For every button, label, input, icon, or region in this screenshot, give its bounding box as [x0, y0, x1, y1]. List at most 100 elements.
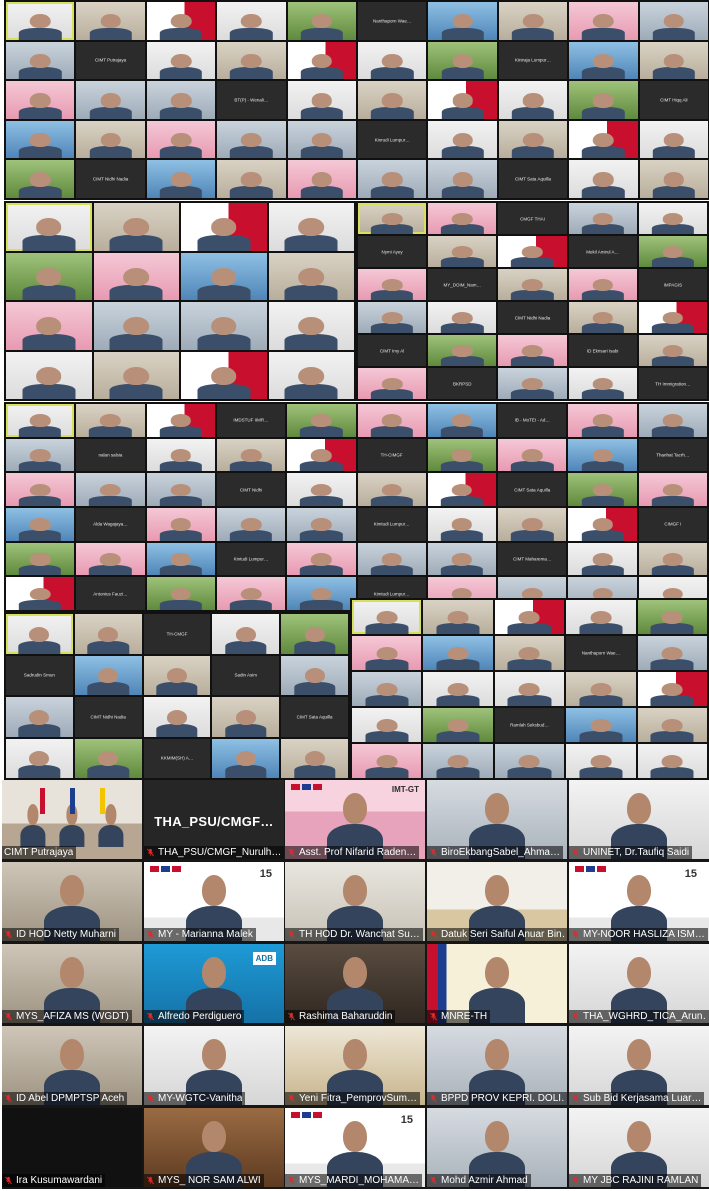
participant-thumbnail[interactable] [146, 404, 215, 437]
participant-thumbnail[interactable] [423, 672, 493, 706]
participant-thumbnail[interactable] [498, 81, 568, 119]
participant-thumbnail[interactable] [423, 744, 493, 778]
participant-thumbnail[interactable]: nalan salsia [76, 438, 145, 472]
participant-thumbnail[interactable] [6, 252, 92, 300]
participant-thumbnail[interactable] [76, 120, 145, 159]
participant-thumbnail[interactable] [74, 614, 142, 654]
participant-thumbnail[interactable] [358, 41, 427, 80]
participant-thumbnail[interactable] [287, 81, 356, 119]
participant-thumbnail[interactable] [352, 744, 422, 778]
participant-thumbnail[interactable]: Mekil Amirul A… [568, 236, 637, 267]
participant-thumbnail[interactable] [181, 252, 267, 300]
participant-video-tile[interactable]: Rashima Baharuddin [285, 944, 425, 1023]
participant-thumbnail[interactable]: Antonius Fauzi… [76, 577, 145, 610]
participant-thumbnail[interactable] [6, 120, 75, 159]
participant-thumbnail[interactable] [494, 600, 565, 634]
participant-thumbnail[interactable] [566, 672, 636, 706]
participant-thumbnail[interactable] [216, 577, 286, 610]
participant-thumbnail[interactable]: CMGF THAI [498, 203, 567, 234]
participant-thumbnail[interactable] [268, 302, 354, 350]
participant-thumbnail[interactable] [146, 473, 215, 506]
participant-thumbnail[interactable] [6, 203, 92, 251]
participant-thumbnail[interactable] [638, 404, 707, 437]
participant-thumbnail[interactable] [212, 614, 280, 654]
participant-video-tile[interactable]: Sub Bid Kerjasama Luar… [569, 1026, 709, 1105]
participant-thumbnail[interactable] [352, 636, 422, 670]
participant-video-tile[interactable]: BPPD PROV KEPRI. DOLI… [427, 1026, 567, 1105]
participant-video-tile[interactable]: Mohd Azmir Ahmad [427, 1108, 567, 1187]
participant-thumbnail[interactable] [358, 269, 427, 300]
participant-thumbnail[interactable] [181, 302, 267, 350]
participant-video-tile[interactable]: MYS_AFIZA MS (WGDT) [2, 944, 142, 1023]
participant-thumbnail[interactable] [76, 542, 145, 576]
participant-thumbnail[interactable] [287, 120, 356, 159]
participant-thumbnail[interactable] [268, 351, 354, 399]
participant-thumbnail[interactable] [6, 81, 75, 119]
participant-thumbnail[interactable] [217, 160, 286, 198]
participant-thumbnail[interactable] [568, 438, 637, 472]
participant-thumbnail[interactable] [358, 160, 427, 198]
participant-thumbnail[interactable] [568, 542, 637, 576]
participant-video-tile[interactable]: MNRE-TH [427, 944, 567, 1023]
participant-thumbnail[interactable] [287, 508, 356, 541]
participant-thumbnail[interactable] [146, 577, 215, 610]
participant-thumbnail[interactable] [212, 697, 280, 737]
participant-thumbnail[interactable] [358, 203, 427, 234]
participant-thumbnail[interactable] [76, 2, 145, 40]
participant-thumbnail[interactable] [146, 542, 215, 576]
participant-thumbnail[interactable] [568, 269, 637, 300]
participant-thumbnail[interactable] [6, 404, 75, 437]
participant-video-tile[interactable]: MY-WGTC-Vanitha [144, 1026, 284, 1105]
participant-video-tile[interactable]: 15 MY-NOOR HASLIZA ISM… [569, 862, 709, 941]
participant-thumbnail[interactable] [6, 697, 73, 737]
participant-video-tile[interactable]: ADB Alfredo Perdiguero [144, 944, 284, 1023]
participant-thumbnail[interactable] [357, 542, 426, 576]
participant-thumbnail[interactable] [74, 738, 142, 778]
participant-video-tile[interactable]: Yeni Fitra_PemprovSum… [285, 1026, 425, 1105]
participant-thumbnail[interactable] [287, 160, 356, 198]
participant-thumbnail[interactable] [566, 708, 636, 742]
participant-thumbnail[interactable]: CIMT Hiqq Ali [639, 81, 708, 119]
participant-thumbnail[interactable]: Thanhat Tacrh… [638, 438, 707, 472]
participant-thumbnail[interactable] [268, 252, 354, 300]
participant-thumbnail[interactable] [427, 473, 497, 506]
participant-thumbnail[interactable]: CIMT Sata Aquilla [498, 160, 568, 198]
participant-thumbnail[interactable] [498, 2, 568, 40]
participant-thumbnail[interactable]: Sadrudin Smun [6, 655, 73, 695]
participant-thumbnail[interactable] [212, 738, 280, 778]
participant-thumbnail[interactable] [287, 577, 356, 610]
participant-thumbnail[interactable] [428, 302, 497, 333]
participant-thumbnail[interactable] [146, 120, 216, 159]
participant-thumbnail[interactable] [146, 438, 215, 472]
participant-video-tile[interactable]: UNINET, Dr.Taufiq Saidi [569, 780, 709, 859]
participant-thumbnail[interactable] [638, 542, 707, 576]
participant-thumbnail[interactable]: CIMT Nidhi [216, 473, 286, 506]
participant-thumbnail[interactable] [6, 41, 75, 80]
participant-thumbnail[interactable] [637, 744, 707, 778]
participant-thumbnail[interactable] [428, 81, 497, 119]
participant-thumbnail[interactable] [427, 404, 497, 437]
participant-thumbnail[interactable] [566, 600, 636, 634]
participant-thumbnail[interactable]: MY_DOIM_Nam… [428, 269, 497, 300]
participant-thumbnail[interactable] [568, 404, 637, 437]
participant-thumbnail[interactable] [287, 404, 356, 437]
participant-thumbnail[interactable] [498, 120, 568, 159]
participant-video-tile[interactable]: 15 MYS_MARDI_MOHAMA… [285, 1108, 425, 1187]
participant-thumbnail[interactable]: CIMT Nidhi Nadia [498, 302, 567, 333]
participant-thumbnail[interactable]: CIMT Nidhi Nadia [76, 160, 145, 198]
participant-thumbnail[interactable] [352, 672, 422, 706]
participant-thumbnail[interactable] [287, 41, 356, 80]
participant-thumbnail[interactable] [358, 81, 427, 119]
participant-thumbnail[interactable]: BT(P) - Wenali… [217, 81, 286, 119]
participant-thumbnail[interactable] [569, 160, 638, 198]
participant-video-tile[interactable]: 15 MY - Marianna Malek [144, 862, 284, 941]
participant-thumbnail[interactable]: Nanthaporn Wae… [358, 2, 427, 40]
participant-thumbnail[interactable] [498, 335, 567, 366]
participant-thumbnail[interactable]: Kiniraja Lumpur… [498, 41, 568, 80]
participant-thumbnail[interactable]: IB - MoTEI - Ad… [498, 404, 567, 437]
participant-thumbnail[interactable] [6, 160, 75, 198]
participant-thumbnail[interactable] [76, 473, 145, 506]
participant-thumbnail[interactable] [181, 203, 267, 251]
participant-thumbnail[interactable]: ID Ekrisari Isabi [568, 335, 637, 366]
participant-thumbnail[interactable] [494, 636, 565, 670]
